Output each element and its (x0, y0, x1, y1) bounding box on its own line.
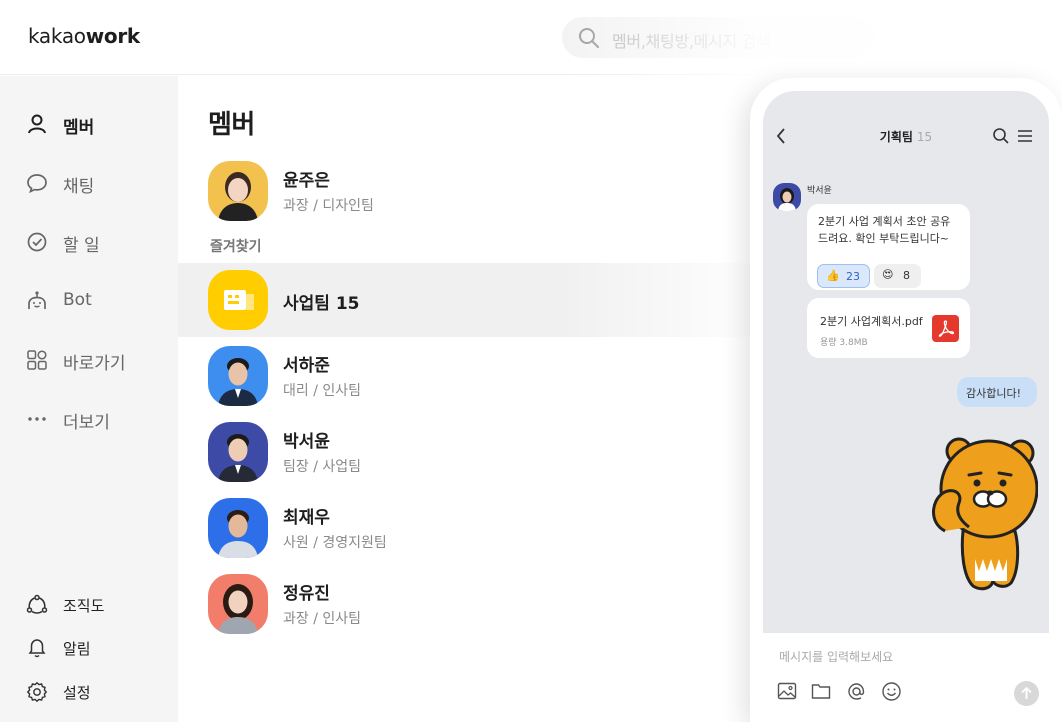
search-placeholder: 멤버,채팅방,메시지 검색 (612, 32, 771, 51)
page-title: 멤버 (208, 110, 255, 140)
avatar (208, 422, 268, 482)
phone-mockup: 기획팀 15 박서윤 2분기 사업 계획서 초안 공유 드려요. 확인 부탁드립… (750, 78, 1062, 722)
sidebar-item-bot[interactable]: Bot (0, 280, 178, 320)
bot-icon (28, 291, 46, 309)
message-text: 2분기 사업 계획서 초안 공유 드려요. 확인 부탁드립니다~ (818, 213, 950, 247)
sidebar-item-notifications[interactable]: 알림 (0, 627, 178, 667)
avatar (208, 270, 268, 330)
ryan-sticker-icon (932, 437, 1038, 591)
file-name: 2분기 사업계획서.pdf (820, 315, 923, 328)
logo-text-work: work (85, 24, 140, 48)
chat-member-count: 15 (916, 130, 933, 144)
sidebar-item-todo[interactable]: 할 일 (0, 221, 178, 261)
chat-header: 기획팀 15 (763, 91, 1049, 169)
sidebar-item-label: 조직도 (63, 597, 105, 615)
message-line: 드려요. 확인 부탁드립니다~ (818, 232, 950, 245)
image-icon[interactable] (777, 681, 797, 701)
reaction-thumbs-up[interactable]: 👍 23 (817, 264, 870, 288)
org-chart-icon (26, 594, 48, 614)
person-photo-icon (218, 510, 258, 558)
file-size: 용량 3.8MB (820, 338, 868, 348)
chat-room-name: 기획팀 (879, 130, 913, 144)
my-message-bubble[interactable]: 감사합니다! (957, 377, 1037, 407)
pdf-icon (932, 315, 959, 342)
favorites-section-label: 즐겨찾기 (210, 239, 262, 255)
sidebar-item-label: 설정 (63, 684, 91, 702)
sidebar-item-label: Bot (63, 290, 92, 310)
heart-eyes-icon: 😍 (882, 268, 894, 281)
top-header: kakaowork 멤버,채팅방,메시지 검색 (0, 0, 1062, 75)
file-attachment-bubble[interactable]: 2분기 사업계획서.pdf 용량 3.8MB (807, 298, 970, 358)
sidebar-item-more[interactable]: 더보기 (0, 398, 178, 438)
person-photo-icon (218, 358, 258, 406)
member-position: 사원 / 경영지원팀 (283, 535, 387, 551)
sidebar-item-chat[interactable]: 채팅 (0, 162, 178, 202)
person-icon (28, 114, 46, 134)
message-input-area: 메시지를 입력해보세요 (763, 633, 1049, 722)
app-logo[interactable]: kakaowork (28, 24, 140, 48)
message-line: 2분기 사업 계획서 초안 공유 (818, 215, 951, 228)
member-name: 윤주은 (283, 171, 330, 191)
reaction-count: 8 (903, 269, 910, 282)
search-input[interactable]: 멤버,채팅방,메시지 검색 (562, 17, 874, 58)
check-circle-icon (27, 232, 47, 252)
search-icon[interactable] (992, 127, 1010, 145)
reaction-heart-eyes[interactable]: 😍 8 (874, 264, 921, 288)
sidebar: 멤버 채팅 할 일 Bot 바로가기 더보기 조직도 알림 설정 (0, 76, 178, 722)
sidebar-item-settings[interactable]: 설정 (0, 671, 178, 711)
person-photo-icon (218, 584, 258, 634)
member-name: 최재우 (283, 508, 330, 528)
member-name: 사업팀 15 (283, 294, 360, 314)
sender-avatar[interactable] (773, 183, 801, 211)
member-position: 대리 / 인사팀 (283, 383, 362, 399)
thumbs-up-icon: 👍 (826, 269, 840, 282)
phone-screen: 기획팀 15 박서윤 2분기 사업 계획서 초안 공유 드려요. 확인 부탁드립… (763, 91, 1049, 722)
shortcut-grid-icon (27, 350, 47, 370)
arrow-up-icon (1021, 686, 1032, 699)
app-window: kakaowork 멤버,채팅방,메시지 검색 멤버 채팅 할 일 Bot 바로… (0, 0, 1062, 722)
sidebar-item-org-chart[interactable]: 조직도 (0, 584, 178, 624)
search-icon (579, 28, 600, 49)
sender-name: 박서윤 (807, 186, 832, 196)
sidebar-item-label: 할 일 (63, 236, 100, 256)
member-position: 팀장 / 사업팀 (283, 459, 362, 475)
emoticon-icon[interactable] (881, 681, 902, 702)
person-photo-icon (218, 172, 258, 221)
member-position: 과장 / 디자인팀 (283, 198, 374, 214)
menu-icon[interactable] (1017, 128, 1033, 144)
avatar (208, 161, 268, 221)
message-bubble[interactable]: 2분기 사업 계획서 초안 공유 드려요. 확인 부탁드립니다~ 👍 23 😍 … (807, 204, 970, 290)
bell-icon (28, 639, 46, 658)
message-input[interactable]: 메시지를 입력해보세요 (779, 648, 893, 665)
avatar (208, 498, 268, 558)
sidebar-item-label: 멤버 (63, 118, 95, 138)
person-photo-icon (218, 434, 258, 482)
member-name: 정유진 (283, 584, 330, 604)
gear-icon (26, 681, 48, 703)
member-name: 박서윤 (283, 432, 330, 452)
reaction-count: 23 (846, 270, 860, 283)
avatar (208, 574, 268, 634)
send-button[interactable] (1014, 681, 1039, 706)
member-position: 과장 / 인사팀 (283, 611, 362, 627)
group-chat-icon (224, 290, 254, 310)
sidebar-item-label: 채팅 (63, 177, 95, 197)
sidebar-item-label: 바로가기 (63, 354, 126, 374)
member-name: 서하준 (283, 356, 330, 376)
message-text: 감사합니다! (966, 387, 1022, 400)
more-dots-icon (28, 417, 46, 421)
sidebar-item-label: 알림 (63, 640, 91, 658)
sidebar-item-members[interactable]: 멤버 (0, 103, 178, 143)
folder-icon[interactable] (811, 681, 831, 701)
avatar (208, 346, 268, 406)
logo-text-kakao: kakao (28, 24, 86, 48)
mention-icon[interactable] (846, 681, 867, 702)
sidebar-item-label: 더보기 (63, 413, 110, 433)
sidebar-item-shortcuts[interactable]: 바로가기 (0, 339, 178, 379)
person-photo-icon (778, 188, 796, 211)
chat-bubble-icon (27, 174, 47, 194)
